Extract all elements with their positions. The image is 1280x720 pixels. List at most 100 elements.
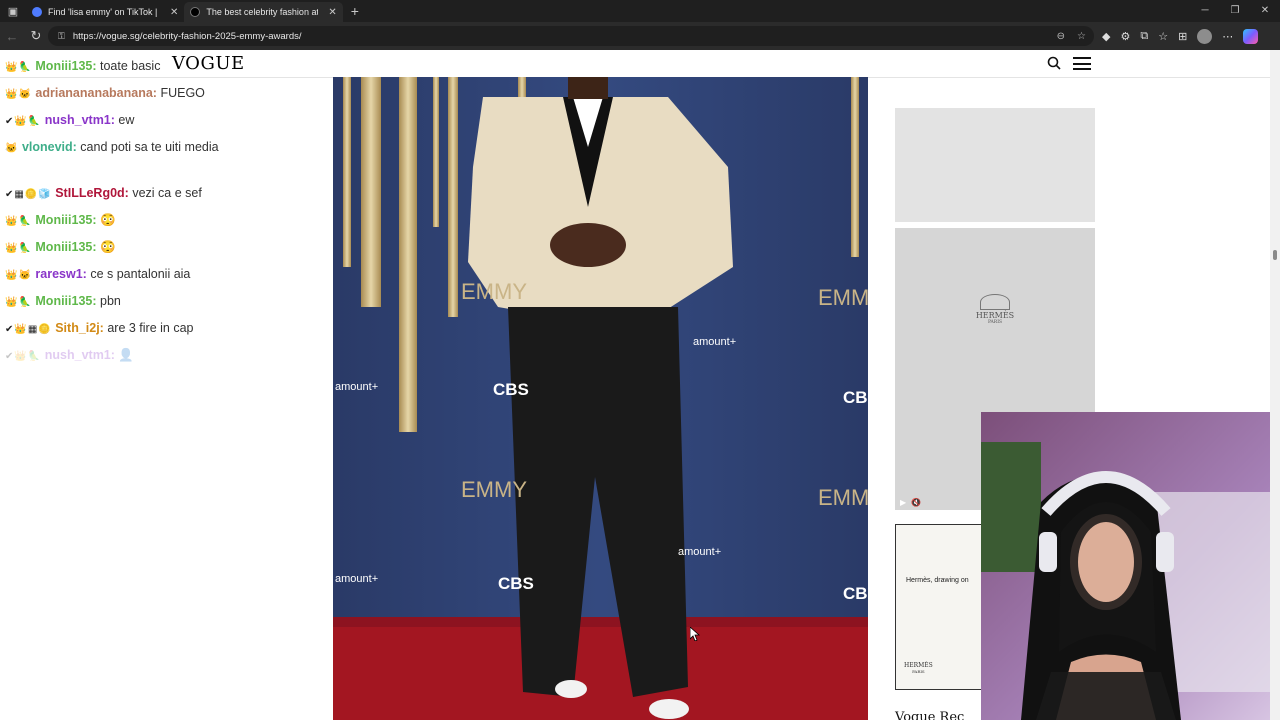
chat-message: 🐱 vlonevid: cand poti sa te uiti media — [5, 138, 225, 158]
page-scrollbar[interactable] — [1270, 50, 1280, 720]
chat-text: toate basic — [100, 59, 161, 73]
split-screen-icon[interactable]: ⧉ — [1140, 30, 1148, 43]
more-menu-icon[interactable]: ⋯ — [1222, 30, 1233, 43]
close-window-icon[interactable]: ✕ — [1250, 0, 1280, 22]
backdrop-cbs-text: CBS — [498, 574, 534, 593]
chat-username: Sith_i2j: — [55, 321, 104, 335]
hermes-logo: HERMÈS PARIS — [904, 662, 933, 674]
back-icon[interactable]: ← — [0, 29, 24, 44]
play-icon[interactable]: ▶ — [900, 498, 906, 507]
ad-card[interactable]: Hermès, drawing on HERMÈS PARIS — [895, 524, 985, 690]
tab-actions-icon[interactable]: ▣ — [0, 0, 26, 22]
tab-title: Find 'lisa emmy' on TikTok | — [48, 7, 158, 17]
extensions-puzzle-icon[interactable]: ⚙ — [1120, 30, 1130, 43]
backdrop-emmy-text: EMMY — [461, 279, 527, 304]
vogue-favicon-icon — [190, 7, 201, 17]
ad-brand-sub-text: PARIS — [987, 320, 1003, 325]
chat-badges: ✔▦🪙🧊 — [5, 189, 52, 200]
chat-text: FUEGO — [160, 86, 205, 100]
chat-message: 👑🦜 Moniii135: pbn — [5, 292, 245, 312]
chat-message: 👑🦜 Moniii135: toate basic — [5, 57, 245, 77]
close-tab-icon[interactable]: ✕ — [328, 7, 336, 18]
chat-text: are 3 fire in cap — [107, 321, 194, 335]
chat-badges: 👑🐱 — [5, 89, 32, 100]
backdrop-emmy-text: EMMY — [818, 485, 868, 510]
tab-title: The best celebrity fashion at the 2 — [206, 7, 319, 17]
extension-icon[interactable]: ◆ — [1102, 30, 1110, 43]
chat-username: vlonevid: — [21, 140, 77, 154]
chat-text: pbn — [100, 294, 121, 308]
chat-username: nush_vtm1: — [44, 348, 115, 362]
hermes-logo: HERMÈS PARIS — [971, 294, 1019, 325]
chat-message: ✔👑🦜 nush_vtm1: ew — [5, 111, 245, 131]
carriage-logo-icon — [980, 294, 1010, 310]
ad-brand-text: HERMÈS — [904, 662, 933, 669]
chat-text: 😳 — [100, 213, 116, 227]
window-controls: ─ ❐ ✕ — [1190, 0, 1280, 22]
backdrop-cbs-text: CBS — [843, 584, 868, 603]
ad-brand-sub-text: PARIS — [912, 669, 925, 674]
video-controls: ▶ 🔇 — [900, 498, 921, 507]
backdrop-emmy-text: EMMY — [818, 285, 868, 310]
ad-banner[interactable] — [895, 108, 1095, 222]
profile-avatar[interactable] — [1197, 28, 1213, 44]
search-icon[interactable] — [1047, 56, 1061, 70]
chat-badges: 👑🐱 — [5, 270, 32, 281]
hamburger-menu-icon[interactable] — [1073, 57, 1091, 70]
chat-username: Moniii135: — [35, 213, 97, 227]
chat-message: ✔👑🦜 nush_vtm1: 👤 — [5, 346, 245, 366]
chat-text: ew — [118, 113, 135, 127]
backdrop-paramount-text: amount+ — [335, 573, 378, 585]
chat-username: StILLeRg0d: — [55, 186, 129, 200]
backdrop-cbs-text: CBS — [493, 380, 529, 399]
article-photo: EMMY EMMY EMMY EMMY CBS CBS CBS CBS amou… — [333, 77, 868, 720]
site-info-icon[interactable]: ⚿ — [58, 31, 65, 42]
chat-username: raresw1: — [35, 267, 87, 281]
chat-username: Moniii135: — [35, 59, 97, 73]
section-heading: Vogue Rec — [895, 710, 965, 720]
chat-message: 👑🦜 Moniii135: 😳 — [5, 238, 245, 258]
chat-badges: 👑🦜 — [5, 297, 32, 308]
tab-tiktok[interactable]: Find 'lisa emmy' on TikTok | ✕ — [26, 2, 184, 22]
chat-username: nush_vtm1: — [44, 113, 115, 127]
stream-chat-overlay: 👑🦜 Moniii135: toate basic 👑🐱 adriananana… — [0, 50, 330, 380]
scrollbar-thumb[interactable] — [1273, 250, 1277, 260]
chat-message: 👑🐱 raresw1: ce s pantalonii aia — [5, 265, 245, 285]
chat-username: adrianananabanana: — [35, 86, 157, 100]
chat-badges: 🐱 — [5, 143, 19, 154]
chat-badges: 👑🦜 — [5, 62, 32, 73]
browser-toolbar: ← ↻ ⚿ https://vogue.sg/celebrity-fashion… — [0, 22, 1280, 50]
chat-username: Moniii135: — [35, 240, 97, 254]
ad-brand-text: HERMÈS — [975, 311, 1015, 320]
mouse-cursor-icon — [690, 627, 700, 641]
chat-badges: ✔👑🦜 — [5, 351, 42, 362]
copilot-icon[interactable] — [1243, 28, 1259, 44]
chat-badges: 👑🦜 — [5, 243, 32, 254]
favorite-star-icon[interactable]: ☆ — [1077, 31, 1086, 42]
minimize-icon[interactable]: ─ — [1190, 0, 1220, 22]
mute-icon[interactable]: 🔇 — [911, 498, 921, 507]
chat-text: ce s pantalonii aia — [90, 267, 191, 281]
restore-icon[interactable]: ❐ — [1220, 0, 1250, 22]
chat-message: ✔👑▦🪙 Sith_i2j: are 3 fire in cap — [5, 319, 245, 339]
chat-message: 👑🐱 adrianananabanana: FUEGO — [5, 84, 245, 104]
chat-badges: ✔👑🦜 — [5, 116, 42, 127]
backdrop-paramount-text: amount+ — [335, 381, 378, 393]
favorites-icon[interactable]: ☆ — [1158, 30, 1168, 43]
backdrop-paramount-text: amount+ — [678, 546, 721, 558]
close-tab-icon[interactable]: ✕ — [170, 7, 178, 18]
chat-text: cand poti sa te uiti media — [80, 140, 219, 154]
refresh-icon[interactable]: ↻ — [24, 28, 48, 44]
collections-icon[interactable]: ⊞ — [1178, 30, 1187, 43]
browser-tab-bar: ▣ Find 'lisa emmy' on TikTok | ✕ The bes… — [0, 0, 1280, 22]
tab-vogue[interactable]: The best celebrity fashion at the 2 ✕ — [184, 2, 343, 22]
address-bar[interactable]: ⚿ https://vogue.sg/celebrity-fashion-202… — [48, 26, 1094, 46]
chat-badges: ✔👑▦🪙 — [5, 324, 52, 335]
backdrop-emmy-text: EMMY — [461, 477, 527, 502]
chat-text: vezi ca e sef — [132, 186, 202, 200]
new-tab-button[interactable]: + — [351, 3, 359, 19]
chat-text: 👤 — [118, 348, 134, 362]
screen: ▣ Find 'lisa emmy' on TikTok | ✕ The bes… — [0, 0, 1280, 720]
chat-username: Moniii135: — [35, 294, 97, 308]
reader-mode-icon[interactable]: ⊖ — [1057, 31, 1065, 42]
